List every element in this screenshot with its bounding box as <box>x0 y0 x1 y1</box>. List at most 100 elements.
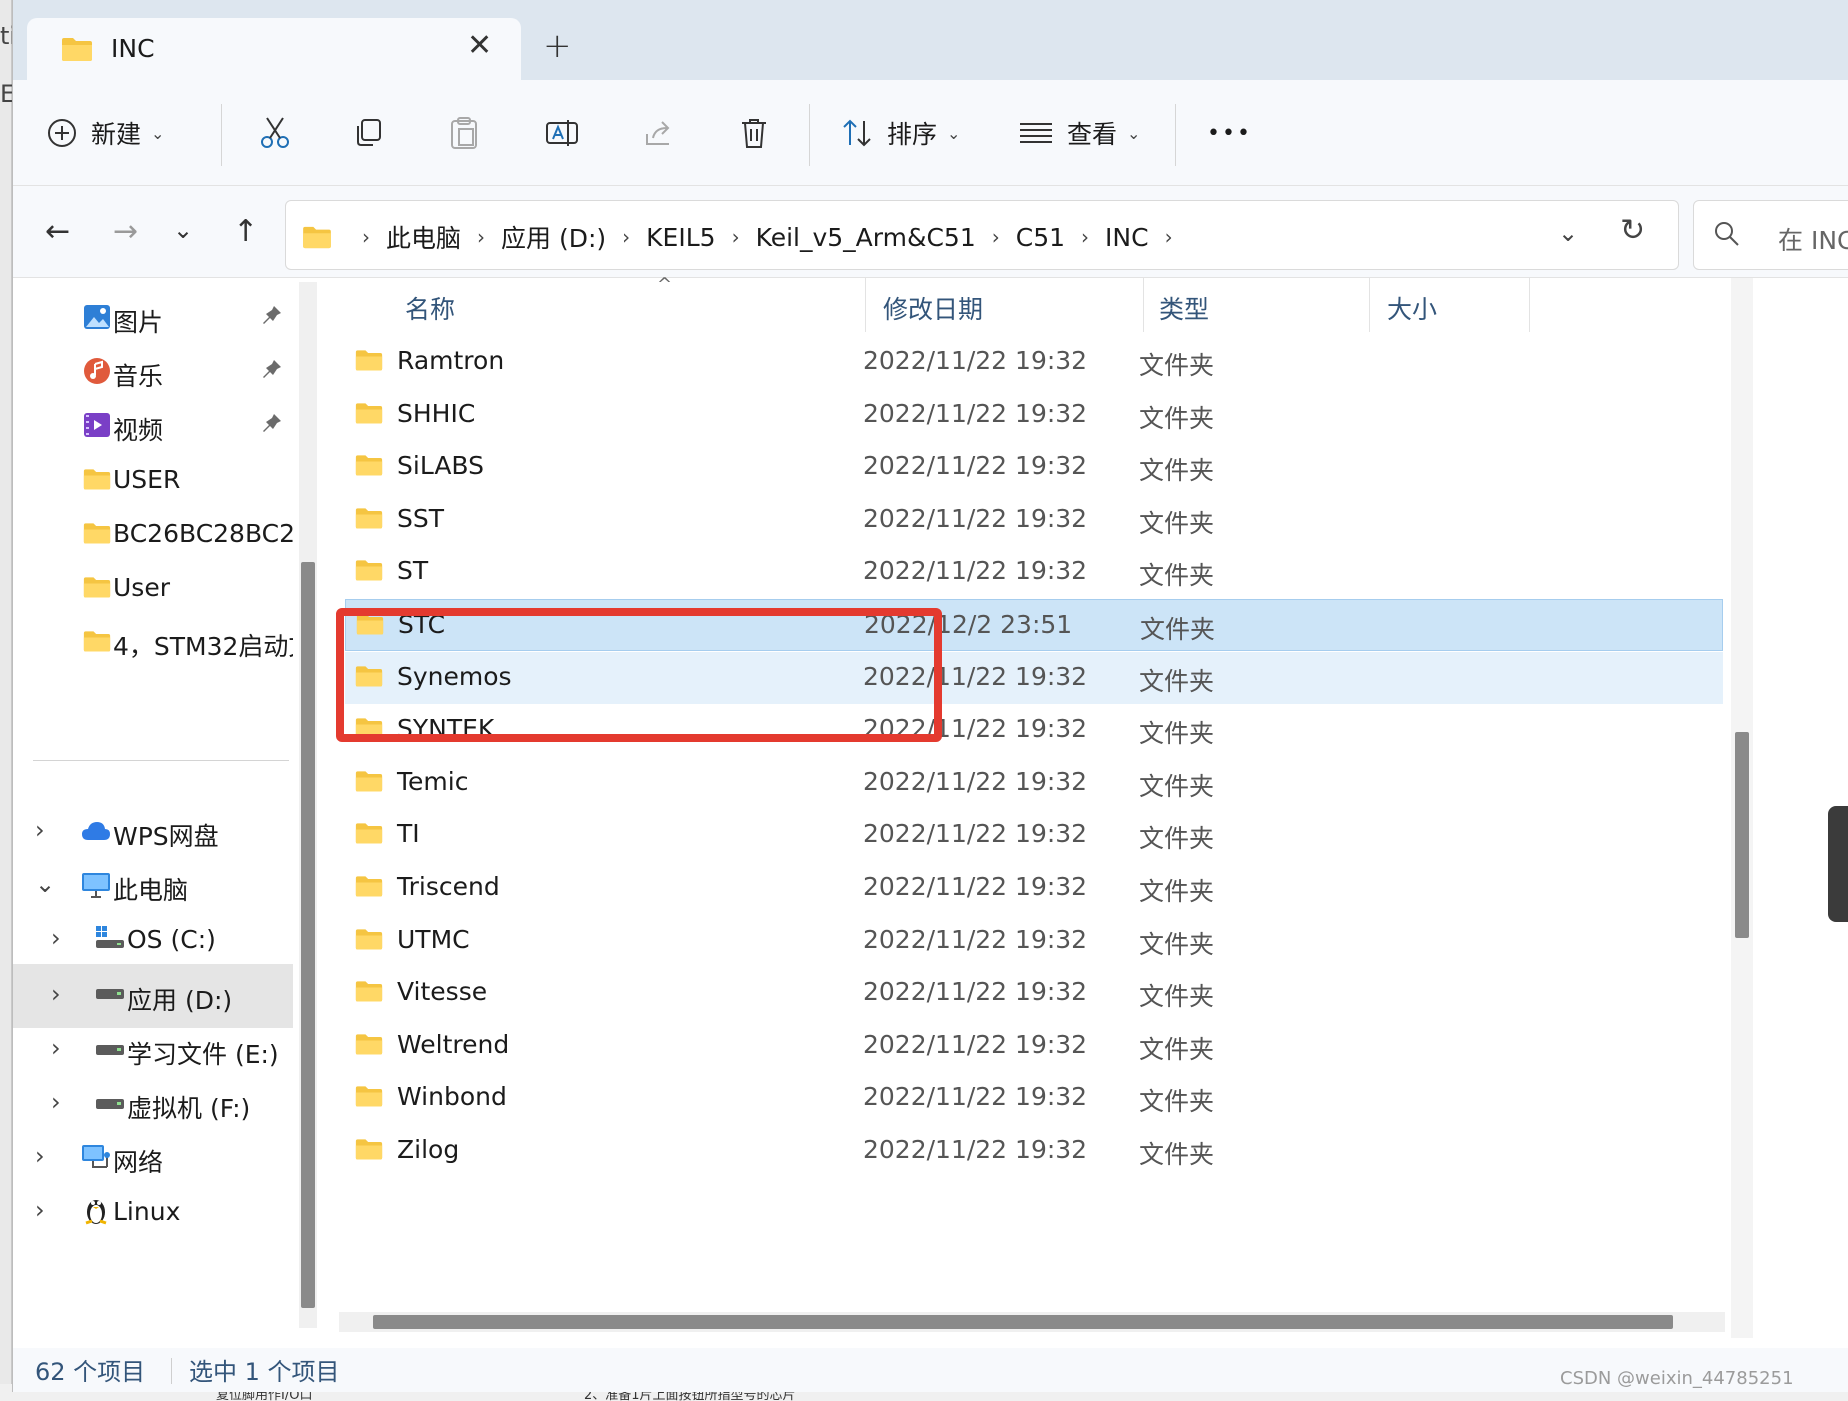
breadcrumb-separator[interactable]: › <box>1165 225 1173 249</box>
address-bar[interactable]: › 此电脑 › 应用 (D:) › KEIL5 › Keil_v5_Arm&C5… <box>285 200 1679 270</box>
sidebar-item-drive-d[interactable]: › 应用 (D:) <box>13 964 293 1028</box>
sidebar-item-bc26[interactable]: BC26BC28BC25 <box>13 506 293 562</box>
windows-drive-icon <box>96 926 124 948</box>
file-row[interactable]: SHHIC 2022/11/22 19:32 文件夹 <box>345 389 1723 441</box>
breadcrumb-separator[interactable]: › <box>362 225 370 249</box>
linux-icon <box>85 1200 107 1225</box>
view-button[interactable]: 查看 ⌄ <box>1019 110 1140 156</box>
refresh-button[interactable]: ↻ <box>1620 213 1645 248</box>
column-divider[interactable] <box>1369 278 1370 332</box>
file-row[interactable]: SST 2022/11/22 19:32 文件夹 <box>345 494 1723 546</box>
back-button[interactable]: ← <box>45 214 70 249</box>
chevron-right-icon[interactable]: › <box>35 816 45 844</box>
sidebar-item-drive-f[interactable]: › 虚拟机 (F:) <box>13 1076 293 1132</box>
sidebar-item-user-folder[interactable]: USER <box>13 452 293 508</box>
file-row[interactable]: Weltrend 2022/11/22 19:32 文件夹 <box>345 1020 1723 1072</box>
sidebar-item-network[interactable]: › 网络 <box>13 1130 293 1186</box>
file-row[interactable]: UTMC 2022/11/22 19:32 文件夹 <box>345 915 1723 967</box>
breadcrumb-this-pc[interactable]: 此电脑 <box>386 219 461 255</box>
sort-button[interactable]: 排序 ⌄ <box>841 110 960 156</box>
breadcrumb-keil5[interactable]: KEIL5 <box>646 223 715 252</box>
file-row[interactable]: Triscend 2022/11/22 19:32 文件夹 <box>345 862 1723 914</box>
chevron-down-icon[interactable]: ⌄ <box>35 870 55 898</box>
chevron-right-icon[interactable]: › <box>35 1142 45 1170</box>
sidebar-item-user[interactable]: User <box>13 560 293 616</box>
column-header-name[interactable]: 名称 <box>405 290 455 326</box>
sidebar-item-this-pc[interactable]: ⌄ 此电脑 <box>13 858 293 914</box>
sidebar-item-videos[interactable]: 视频 <box>13 398 293 454</box>
floating-side-widget[interactable] <box>1828 806 1848 922</box>
cut-button[interactable] <box>259 110 291 156</box>
sidebar-item-music[interactable]: 音乐 <box>13 344 293 400</box>
column-divider[interactable] <box>1529 278 1530 332</box>
column-header-type[interactable]: 类型 <box>1159 290 1209 326</box>
tab-inc[interactable]: INC ✕ <box>27 18 521 80</box>
chevron-right-icon[interactable]: › <box>51 924 61 952</box>
more-icon: ••• <box>1207 120 1252 146</box>
forward-button[interactable]: → <box>113 214 138 249</box>
more-options-button[interactable]: ••• <box>1207 110 1252 156</box>
sidebar-item-wps-cloud[interactable]: › WPS网盘 <box>13 804 293 860</box>
sidebar-item-linux[interactable]: › Linux <box>13 1184 293 1240</box>
file-row[interactable]: TI 2022/11/22 19:32 文件夹 <box>345 809 1723 861</box>
breadcrumb-separator[interactable]: › <box>622 225 630 249</box>
search-placeholder: 在 INC <box>1778 226 1848 255</box>
close-tab-button[interactable]: ✕ <box>467 28 492 63</box>
breadcrumb-separator[interactable]: › <box>477 225 485 249</box>
new-tab-button[interactable]: + <box>543 26 572 66</box>
file-row[interactable]: Zilog 2022/11/22 19:32 文件夹 <box>345 1125 1723 1177</box>
rename-button[interactable] <box>545 110 579 156</box>
file-row[interactable]: Winbond 2022/11/22 19:32 文件夹 <box>345 1072 1723 1124</box>
delete-button[interactable] <box>739 110 769 156</box>
sidebar-scrollbar-thumb[interactable] <box>301 562 315 1308</box>
videos-icon <box>84 413 110 437</box>
file-date: 2022/11/22 19:32 <box>863 924 1088 954</box>
cloud-icon <box>82 822 110 840</box>
breadcrumb-separator[interactable]: › <box>1081 225 1089 249</box>
search-input[interactable]: 在 INC <box>1693 200 1848 270</box>
sidebar-item-label: OS (C:) <box>127 925 216 954</box>
navigation-pane: 图片 音乐 视频 USER BC26BC28BC25 User 4，STM32启… <box>13 278 317 1348</box>
breadcrumb-separator[interactable]: › <box>732 225 740 249</box>
breadcrumb-drive-d[interactable]: 应用 (D:) <box>501 219 606 255</box>
chevron-right-icon[interactable]: › <box>51 980 61 1008</box>
folder-icon <box>355 1034 383 1055</box>
chevron-right-icon[interactable]: › <box>51 1034 61 1062</box>
file-row[interactable]: Temic 2022/11/22 19:32 文件夹 <box>345 757 1723 809</box>
column-divider[interactable] <box>865 278 866 332</box>
new-button[interactable]: 新建 ⌄ <box>47 110 164 156</box>
up-button[interactable]: ↑ <box>233 214 258 249</box>
file-row[interactable]: Ramtron 2022/11/22 19:32 文件夹 <box>345 336 1723 388</box>
sidebar-item-label: 4，STM32启动文 <box>113 632 293 661</box>
breadcrumb-separator[interactable]: › <box>992 225 1000 249</box>
file-row[interactable]: SiLABS 2022/11/22 19:32 文件夹 <box>345 441 1723 493</box>
share-button[interactable] <box>643 110 675 156</box>
search-icon <box>1715 222 1739 246</box>
file-row[interactable]: ST 2022/11/22 19:32 文件夹 <box>345 546 1723 598</box>
chevron-right-icon[interactable]: › <box>51 1088 61 1116</box>
folder-icon <box>355 508 383 529</box>
file-type: 文件夹 <box>1139 982 1215 1012</box>
recent-locations-button[interactable]: ⌄ <box>173 216 193 244</box>
breadcrumb-c51[interactable]: C51 <box>1016 223 1065 252</box>
breadcrumb-inc[interactable]: INC <box>1105 223 1149 252</box>
breadcrumb-keil-v5[interactable]: Keil_v5_Arm&C51 <box>756 223 976 252</box>
file-type: 文件夹 <box>1139 508 1215 538</box>
paste-button[interactable] <box>449 110 479 156</box>
sidebar-item-drive-e[interactable]: › 学习文件 (E:) <box>13 1022 293 1078</box>
copy-button[interactable] <box>353 110 383 156</box>
file-row[interactable]: Vitesse 2022/11/22 19:32 文件夹 <box>345 967 1723 1019</box>
folder-icon <box>355 823 383 844</box>
column-header-size[interactable]: 大小 <box>1387 290 1437 326</box>
column-divider[interactable] <box>1143 278 1144 332</box>
sidebar-item-pictures[interactable]: 图片 <box>13 290 293 346</box>
sidebar-item-stm32[interactable]: 4，STM32启动文 <box>13 614 293 670</box>
file-list-scrollbar-thumb[interactable] <box>1735 732 1749 938</box>
sidebar-item-drive-c[interactable]: › OS (C:) <box>13 912 293 968</box>
file-date: 2022/11/22 19:32 <box>863 766 1088 796</box>
chevron-right-icon[interactable]: › <box>35 1196 45 1224</box>
horizontal-scrollbar-thumb[interactable] <box>373 1315 1673 1329</box>
file-name: Vitesse <box>397 977 488 1007</box>
column-header-date[interactable]: 修改日期 <box>883 290 983 326</box>
address-history-dropdown[interactable]: ⌄ <box>1558 219 1578 247</box>
